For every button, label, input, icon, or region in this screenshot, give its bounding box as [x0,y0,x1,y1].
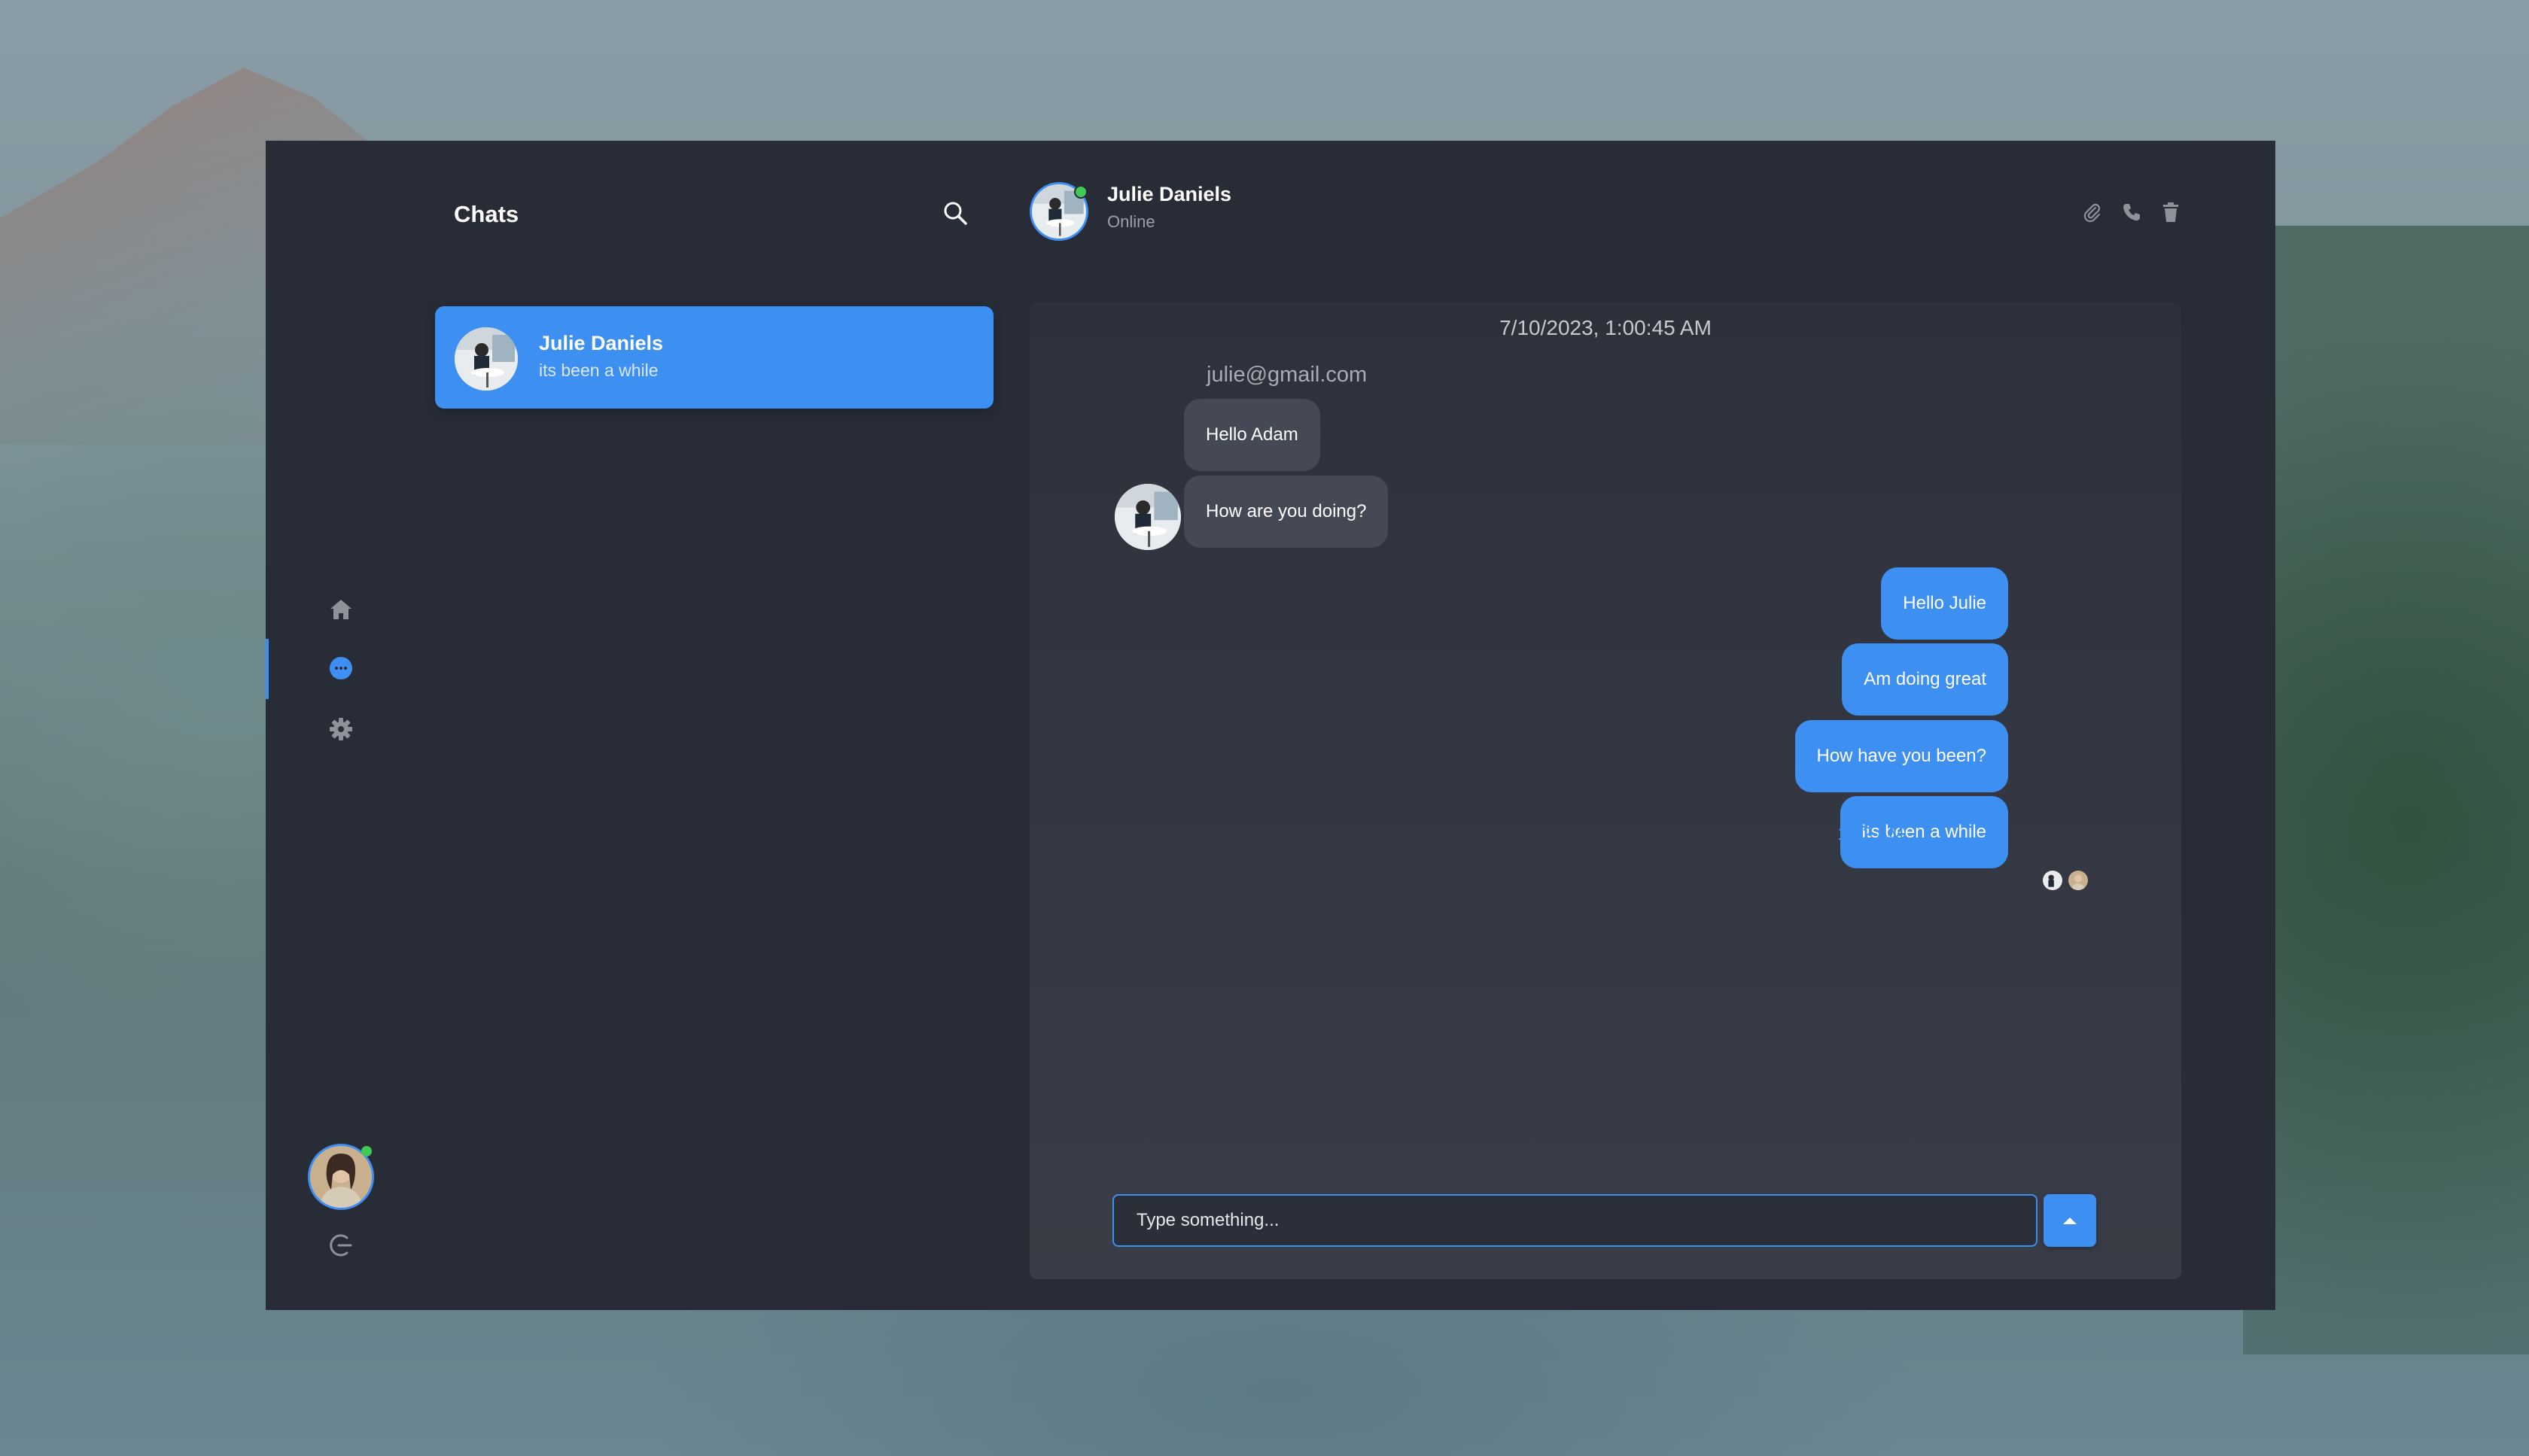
conversation-name: Julie Daniels [539,332,664,354]
send-button[interactable] [2044,1194,2096,1247]
incoming-message[interactable]: How are you doing? [1184,476,1389,548]
conversation-item[interactable]: Julie Daniels its been a while [435,306,994,409]
home-icon[interactable] [326,594,356,625]
outgoing-message[interactable]: Hello Julie [1881,567,2008,640]
message-input[interactable] [1112,1194,2038,1247]
sender-avatar [1115,484,1181,550]
conversation-preview: its been a while [539,360,659,380]
trash-icon[interactable] [2158,199,2184,225]
chat-icon[interactable] [326,654,356,684]
chat-app-window: Chats Julie Daniels its been a while Jul… [266,141,2275,1310]
online-status-dot [361,1146,372,1157]
search-icon[interactable] [942,199,969,226]
contact-status: Online [1107,212,1155,231]
read-receipt-avatar [2043,871,2062,890]
outgoing-message[interactable]: Am doing great [1842,643,2008,716]
message-date-stamp: 7/10/2023, 1:00:45 AM [1499,316,1712,339]
contact-name: Julie Daniels [1107,183,1232,205]
read-receipt-avatar [2068,871,2088,890]
contact-online-dot [1074,185,1088,199]
background-forest [2243,226,2529,1354]
gear-icon[interactable] [326,714,356,744]
incoming-message[interactable]: Hello Adam [1184,399,1320,471]
active-nav-indicator [266,639,269,699]
attach-icon[interactable] [2079,199,2104,225]
outgoing-message[interactable]: How have you been? [1794,720,2008,792]
message-area: 7/10/2023, 1:00:45 AM julie@gmail.com He… [1030,302,2181,1279]
message-time: 1:02 AM [1837,824,1904,844]
contact-avatar [455,327,518,391]
sender-email: julie@gmail.com [1207,363,1368,387]
chats-title: Chats [454,201,519,227]
caret-up-icon [2063,1217,2077,1224]
logout-icon[interactable] [326,1230,356,1260]
phone-icon[interactable] [2119,199,2144,225]
